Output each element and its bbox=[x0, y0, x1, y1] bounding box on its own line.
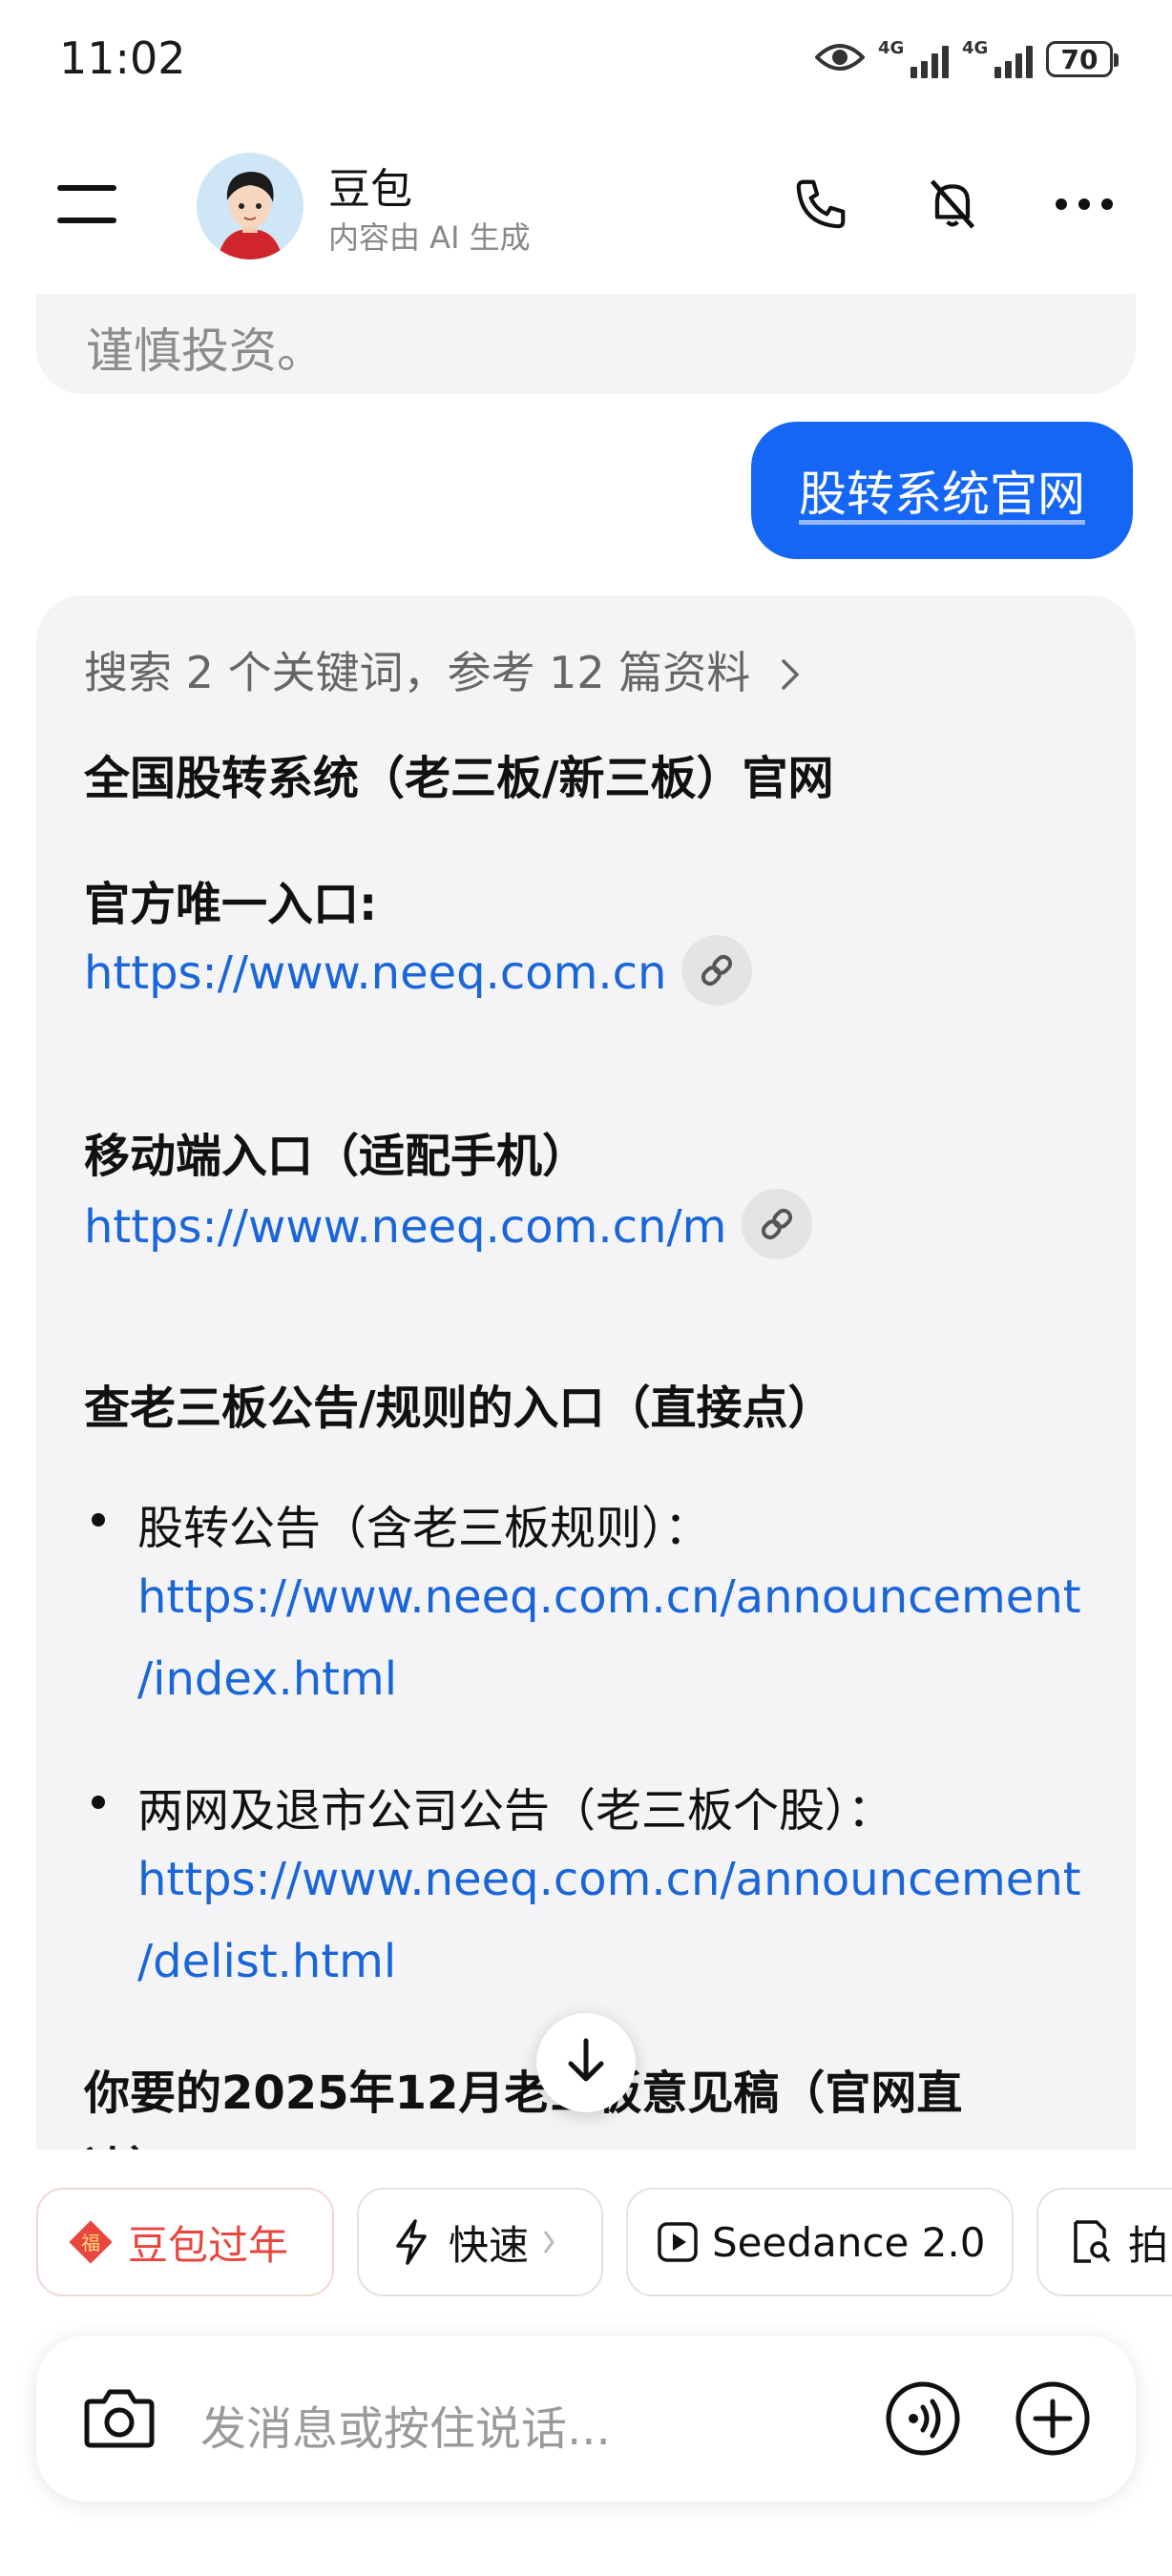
voice-wave-icon[interactable] bbox=[880, 2376, 966, 2462]
bottom-heading: 你要的2025年12月老三板意见稿（官网直 bbox=[84, 2067, 963, 2120]
plus-icon[interactable] bbox=[1010, 2376, 1096, 2462]
status-time: 11:02 bbox=[59, 32, 186, 84]
scroll-down-button[interactable] bbox=[536, 2013, 636, 2112]
bullet-text: 股转公告（含老三板规则）： bbox=[137, 1502, 711, 1555]
chip-label: 快速 bbox=[449, 2221, 530, 2269]
search-summary[interactable]: 搜索 2 个关键词，参考 12 篇资料 bbox=[84, 638, 801, 702]
chip-seedance[interactable]: Seedance 2.0 bbox=[626, 2188, 1014, 2296]
svg-text:福: 福 bbox=[81, 2232, 100, 2254]
chip-label: 拍 bbox=[1128, 2221, 1169, 2269]
answer-title: 全国股转系统（老三板/新三板）官网 bbox=[84, 752, 834, 805]
announcement-link-line1[interactable]: https://www.neeq.com.cn/announcement bbox=[137, 1570, 1081, 1624]
ai-message-bubble: 搜索 2 个关键词，参考 12 篇资料 全国股转系统（老三板/新三板）官网 官方… bbox=[36, 595, 1136, 2150]
bot-subtitle: 内容由 AI 生成 bbox=[328, 219, 531, 256]
bottom-heading-cont: 达） bbox=[84, 2131, 176, 2150]
chip-doubao-new-year[interactable]: 福 豆包过年 bbox=[36, 2188, 334, 2296]
official-url[interactable]: https://www.neeq.com.cn bbox=[84, 946, 666, 1000]
chip-photo[interactable]: 拍 bbox=[1036, 2188, 1172, 2296]
quick-chips: 福 豆包过年 快速 Seedance 2.0 拍 bbox=[36, 2188, 1172, 2300]
message-composer: 发消息或按住说话... bbox=[36, 2336, 1136, 2502]
chip-fast[interactable]: 快速 bbox=[357, 2188, 603, 2296]
more-icon[interactable] bbox=[1046, 166, 1122, 242]
link-icon[interactable] bbox=[742, 1189, 813, 1259]
user-message-text[interactable]: 股转系统官网 bbox=[799, 456, 1085, 525]
mobile-url-link[interactable]: https://www.neeq.com.cn/m bbox=[84, 1189, 813, 1265]
eye-icon bbox=[814, 40, 866, 78]
play-icon bbox=[657, 2218, 699, 2266]
search-summary-text[interactable]: 搜索 2 个关键词，参考 12 篇资料 bbox=[84, 647, 750, 698]
chevron-right-icon bbox=[542, 2219, 555, 2266]
message-input[interactable]: 发消息或按住说话... bbox=[200, 2391, 611, 2458]
official-label: 官方唯一入口: bbox=[84, 878, 378, 931]
signal-icon: 4G bbox=[878, 38, 949, 78]
previous-message-tail: 谨慎投资。 bbox=[86, 323, 324, 379]
fu-icon: 福 bbox=[67, 2218, 115, 2266]
announcement-link-line2[interactable]: /index.html bbox=[137, 1652, 397, 1706]
bullet-dot bbox=[92, 1513, 105, 1527]
bullet-dot bbox=[92, 1796, 105, 1809]
chevron-right-icon[interactable] bbox=[780, 651, 801, 702]
mute-icon[interactable] bbox=[914, 166, 991, 242]
delist-link-line2[interactable]: /delist.html bbox=[137, 1935, 396, 1988]
lightning-icon bbox=[387, 2218, 435, 2266]
camera-icon[interactable] bbox=[76, 2376, 162, 2462]
status-bar: 11:02 4G 4G 70 bbox=[0, 0, 1172, 114]
previous-ai-message: 谨慎投资。 bbox=[36, 294, 1136, 394]
official-url-link[interactable]: https://www.neeq.com.cn bbox=[84, 935, 753, 1011]
phone-icon[interactable] bbox=[783, 166, 859, 242]
signal-icon: 4G bbox=[962, 38, 1033, 78]
user-message-bubble[interactable]: 股转系统官网 bbox=[751, 422, 1133, 559]
chat-header: 豆包 内容由 AI 生成 bbox=[0, 134, 1172, 277]
chat-area[interactable]: 谨慎投资。 股转系统官网 搜索 2 个关键词，参考 12 篇资料 全国股转系统（… bbox=[0, 294, 1172, 2150]
chip-label: Seedance 2.0 bbox=[712, 2218, 986, 2266]
rules-heading: 查老三板公告/规则的入口（直接点） bbox=[84, 1381, 834, 1435]
arrow-down-icon bbox=[565, 2037, 607, 2088]
delist-link-line1[interactable]: https://www.neeq.com.cn/announcement bbox=[137, 1853, 1081, 1906]
doc-search-icon bbox=[1067, 2218, 1115, 2266]
mobile-url[interactable]: https://www.neeq.com.cn/m bbox=[84, 1200, 726, 1254]
mobile-label: 移动端入口（适配手机） bbox=[84, 1130, 589, 1183]
link-icon[interactable] bbox=[681, 935, 753, 1006]
bullet-text: 两网及退市公司公告（老三板个股）： bbox=[137, 1784, 894, 1838]
battery-level: 70 bbox=[1060, 43, 1099, 75]
battery-icon: 70 bbox=[1046, 41, 1119, 77]
avatar[interactable] bbox=[197, 153, 303, 260]
chip-label: 豆包过年 bbox=[128, 2221, 289, 2269]
menu-icon[interactable] bbox=[57, 181, 120, 225]
status-icons: 4G 4G 70 bbox=[814, 34, 1119, 84]
bot-name: 豆包 bbox=[328, 165, 412, 214]
